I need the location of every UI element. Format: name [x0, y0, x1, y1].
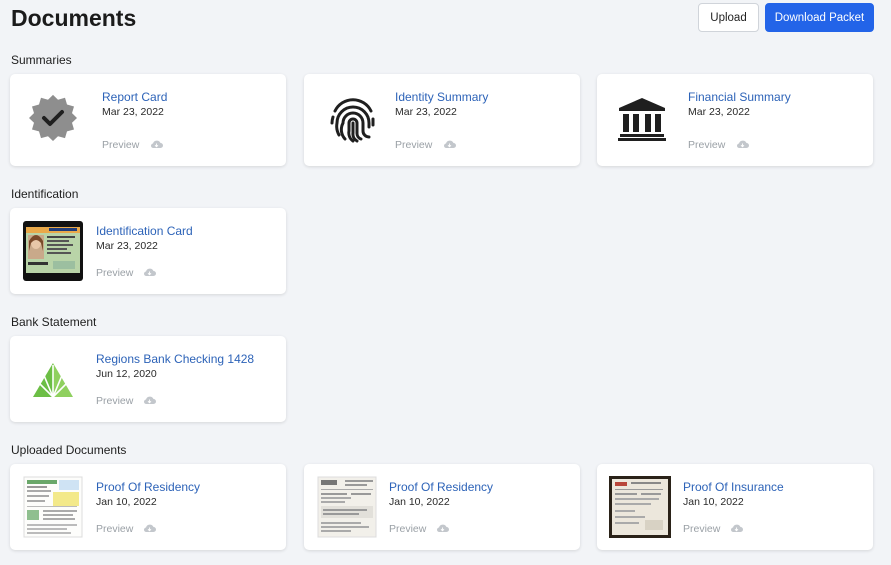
section-label-bank-statement: Bank Statement — [11, 315, 97, 329]
document-card-proof-of-residency-2[interactable]: Proof Of Residency Jan 10, 2022 Preview — [304, 464, 580, 550]
card-date: Jan 10, 2022 — [96, 496, 157, 508]
cloud-download-icon[interactable] — [143, 523, 156, 533]
cloud-download-icon[interactable] — [143, 267, 156, 277]
cloud-download-icon[interactable] — [143, 395, 156, 405]
cloud-download-icon[interactable] — [443, 139, 456, 149]
section-label-summaries: Summaries — [11, 53, 72, 67]
card-date: Mar 23, 2022 — [102, 106, 164, 118]
badge-check-icon — [22, 88, 84, 150]
preview-link[interactable]: Preview — [96, 267, 133, 279]
card-date: Mar 23, 2022 — [688, 106, 750, 118]
document-thumbnail — [609, 476, 671, 538]
fingerprint-icon — [322, 88, 384, 150]
card-date: Mar 23, 2022 — [395, 106, 457, 118]
document-card-financial-summary[interactable]: Financial Summary Mar 23, 2022 Preview — [597, 74, 873, 166]
card-date: Jan 10, 2022 — [389, 496, 450, 508]
download-packet-button[interactable]: Download Packet — [765, 3, 874, 32]
card-title[interactable]: Identification Card — [96, 224, 193, 238]
regions-bank-logo — [23, 349, 83, 409]
card-title[interactable]: Report Card — [102, 90, 167, 104]
section-label-uploaded-documents: Uploaded Documents — [11, 443, 127, 457]
card-title[interactable]: Regions Bank Checking 1428 — [96, 352, 254, 366]
bank-icon — [611, 88, 673, 150]
card-title[interactable]: Proof Of Residency — [389, 480, 493, 494]
document-card-identification-card[interactable]: Identification Card Mar 23, 2022 Preview — [10, 208, 286, 294]
document-card-proof-of-insurance[interactable]: Proof Of Insurance Jan 10, 2022 Preview — [597, 464, 873, 550]
document-card-report-card[interactable]: Report Card Mar 23, 2022 Preview — [10, 74, 286, 166]
preview-link[interactable]: Preview — [96, 395, 133, 407]
card-title[interactable]: Financial Summary — [688, 90, 791, 104]
document-thumbnail — [23, 476, 83, 538]
cloud-download-icon[interactable] — [730, 523, 743, 533]
preview-link[interactable]: Preview — [395, 139, 432, 151]
document-thumbnail — [317, 476, 377, 538]
preview-link[interactable]: Preview — [389, 523, 426, 535]
card-date: Mar 23, 2022 — [96, 240, 158, 252]
preview-link[interactable]: Preview — [96, 523, 133, 535]
document-card-identity-summary[interactable]: Identity Summary Mar 23, 2022 Preview — [304, 74, 580, 166]
preview-link[interactable]: Preview — [683, 523, 720, 535]
document-card-bank-statement[interactable]: Regions Bank Checking 1428 Jun 12, 2020 … — [10, 336, 286, 422]
page-title: Documents — [11, 5, 137, 31]
preview-link[interactable]: Preview — [102, 139, 139, 151]
card-title[interactable]: Proof Of Insurance — [683, 480, 784, 494]
preview-link[interactable]: Preview — [688, 139, 725, 151]
card-title[interactable]: Proof Of Residency — [96, 480, 200, 494]
upload-button[interactable]: Upload — [698, 3, 759, 32]
card-title[interactable]: Identity Summary — [395, 90, 488, 104]
card-date: Jan 10, 2022 — [683, 496, 744, 508]
card-date: Jun 12, 2020 — [96, 368, 157, 380]
document-card-proof-of-residency-1[interactable]: Proof Of Residency Jan 10, 2022 Preview — [10, 464, 286, 550]
cloud-download-icon[interactable] — [436, 523, 449, 533]
cloud-download-icon[interactable] — [736, 139, 749, 149]
section-label-identification: Identification — [11, 187, 79, 201]
cloud-download-icon[interactable] — [150, 139, 163, 149]
id-card-thumbnail — [23, 221, 83, 281]
